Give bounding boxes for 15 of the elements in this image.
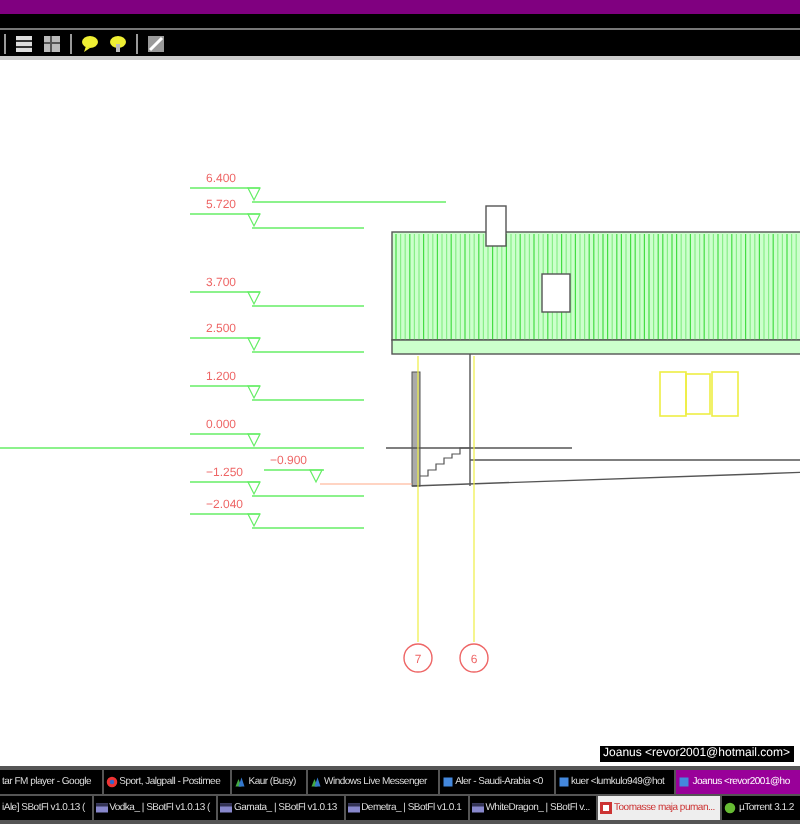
grid-icon[interactable]	[42, 33, 62, 53]
window-icon	[347, 802, 360, 814]
window-icon	[471, 802, 484, 814]
chat-icon	[441, 776, 454, 788]
speech-bubble-icon[interactable]	[108, 33, 128, 53]
chat-icon	[678, 776, 691, 788]
app-icon	[600, 802, 613, 814]
logo-icon	[724, 802, 737, 814]
speech-bubble-icon[interactable]	[80, 33, 100, 53]
chat-icon	[557, 776, 570, 788]
window-icon	[95, 802, 108, 814]
browser-icon	[105, 776, 118, 788]
window-icon	[220, 802, 233, 814]
window-icon[interactable]	[14, 33, 34, 53]
diagonal-arrow-icon[interactable]	[146, 33, 166, 53]
